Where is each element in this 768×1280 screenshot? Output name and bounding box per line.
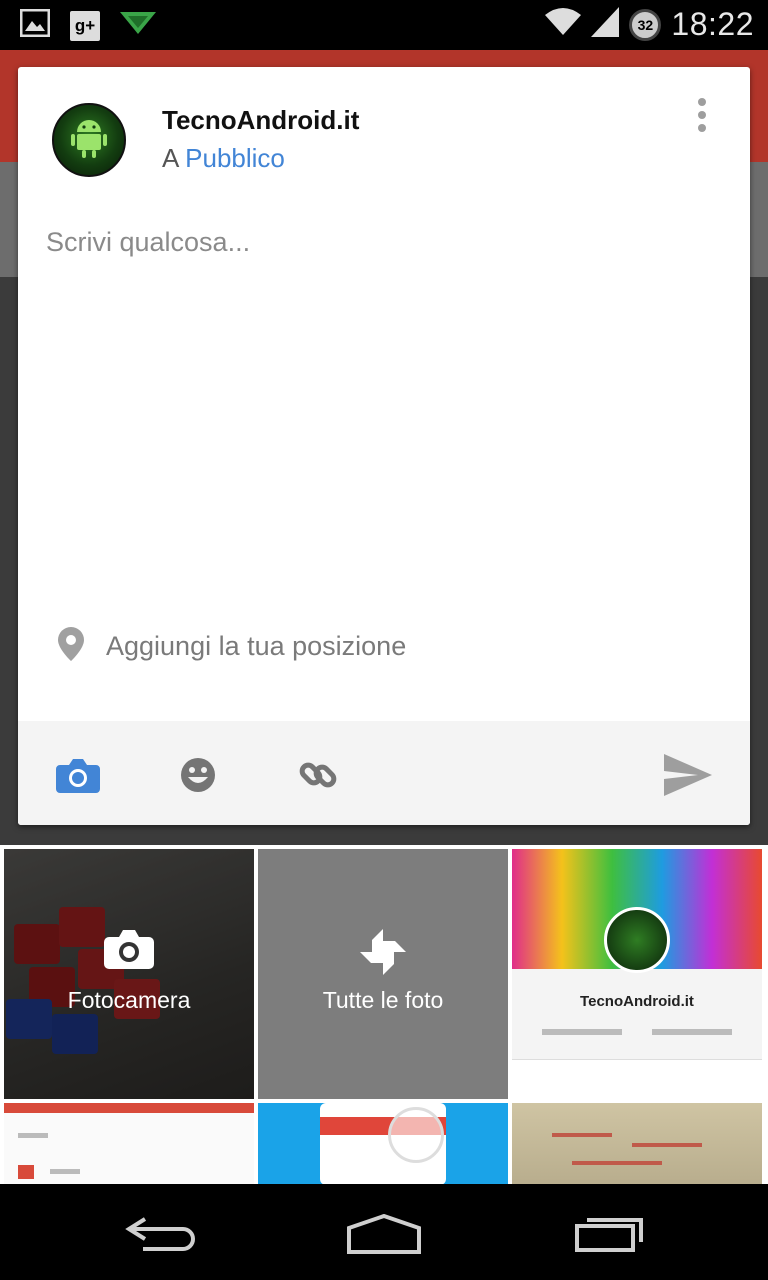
android-logo-icon (69, 116, 109, 165)
location-label: Aggiungi la tua posizione (106, 631, 407, 661)
camera-icon[interactable] (53, 751, 103, 799)
send-icon[interactable] (658, 751, 718, 799)
audience-value[interactable]: Pubblico (185, 143, 285, 173)
photo-thumbnail[interactable] (4, 1103, 254, 1185)
location-button[interactable]: Aggiungi la tua posizione (58, 627, 406, 666)
navigation-bar (0, 1184, 768, 1280)
compose-toolbar (18, 721, 750, 825)
location-pin-icon (58, 627, 84, 666)
camera-icon (104, 927, 154, 974)
back-icon[interactable] (100, 1206, 220, 1262)
wifi-icon (545, 7, 582, 42)
recents-icon[interactable] (550, 1206, 670, 1262)
system-icons: 32 18:22 (545, 6, 754, 43)
image-icon (19, 8, 51, 42)
author-name: TecnoAndroid.it (162, 105, 360, 135)
all-photos-label: Tutte le foto (322, 987, 444, 1013)
clock: 18:22 (671, 6, 754, 42)
photo-thumbnail[interactable]: TecnoAndroid.it (512, 849, 762, 1099)
photo-thumbnail[interactable] (258, 1103, 508, 1185)
audience-prefix: A (162, 143, 178, 173)
pushbullet-icon (120, 10, 156, 41)
android-logo-icon (604, 907, 670, 973)
status-bar: g+ 32 18:22 (0, 0, 768, 50)
emoji-icon[interactable] (173, 751, 223, 799)
more-vert-icon[interactable] (688, 95, 716, 135)
home-icon[interactable] (324, 1206, 444, 1262)
compose-input[interactable] (46, 227, 722, 607)
link-icon[interactable] (293, 751, 343, 799)
audience-selector[interactable]: A Pubblico (162, 143, 285, 174)
sync-icon: 32 (629, 8, 662, 41)
notification-icons: g+ (19, 8, 156, 42)
all-photos-tile[interactable]: Tutte le foto (258, 849, 508, 1099)
compose-card: TecnoAndroid.it A Pubblico Aggiungi la t… (18, 67, 750, 825)
photo-thumbnail[interactable] (512, 1103, 762, 1185)
camera-label: Fotocamera (67, 987, 191, 1013)
pinwheel-icon (360, 929, 406, 980)
avatar[interactable] (52, 103, 126, 177)
camera-tile[interactable]: Fotocamera (4, 849, 254, 1099)
google-plus-icon: g+ (70, 10, 100, 41)
signal-icon (591, 7, 620, 42)
thumbnail-title: TecnoAndroid.it (580, 993, 694, 1010)
photo-gallery: Fotocamera Tutte le foto TecnoAndroid.it (0, 845, 768, 1185)
screen: g+ 32 18:22 TecnoAndroid.it A Pubblico S… (0, 0, 768, 1280)
